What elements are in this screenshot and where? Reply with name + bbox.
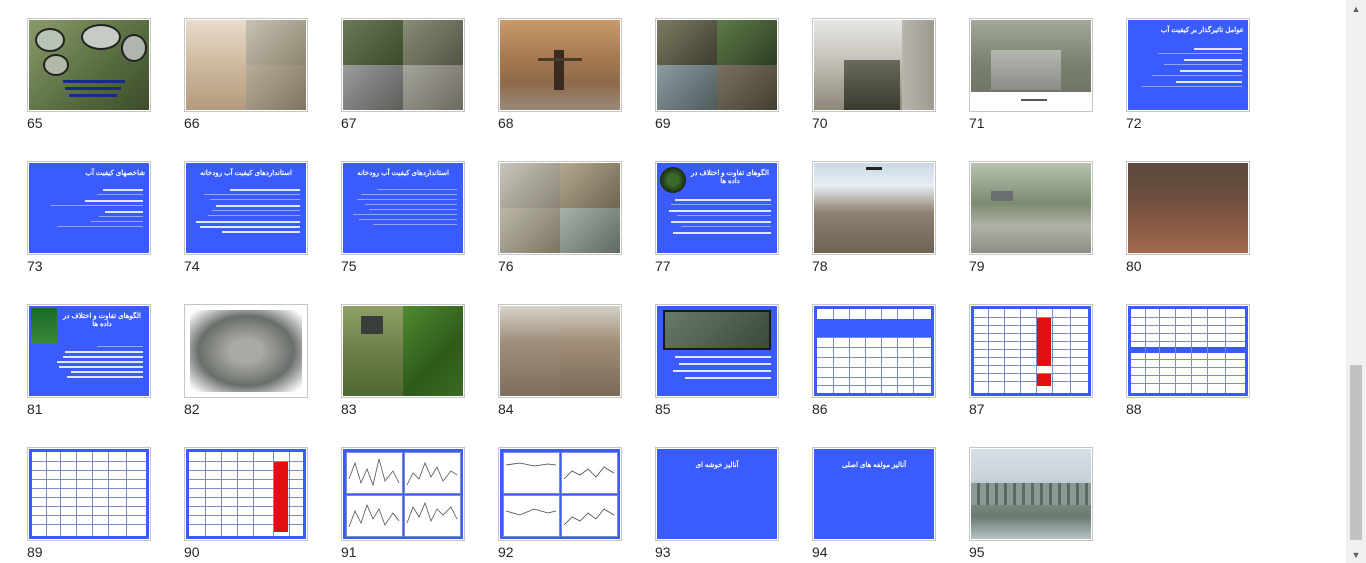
slide-thumbnail[interactable]: 95 — [969, 447, 1093, 563]
slide-number: 66 — [184, 115, 200, 131]
slide-number: 87 — [969, 401, 985, 417]
slide-title: استانداردهای کیفیت آب رودخانه — [357, 170, 449, 177]
chart-lines — [505, 462, 615, 526]
slide-thumbnail[interactable]: 92 — [498, 447, 622, 563]
slide-thumbnail[interactable]: 80 — [1126, 161, 1250, 287]
slide-thumbnail[interactable]: 87 — [969, 304, 1093, 430]
slide-title: الگوهای تفاوت و اختلاف در داده ها — [63, 313, 141, 328]
slide-number: 79 — [969, 258, 985, 274]
slide-number: 80 — [1126, 258, 1142, 274]
slide-number: 83 — [341, 401, 357, 417]
slide-number: 86 — [812, 401, 828, 417]
slide-thumbnail[interactable]: 82 — [184, 304, 308, 430]
slide-thumbnail[interactable]: 86 — [812, 304, 936, 430]
slide-title: عوامل تاثیرگذار بر کیفیت آب — [1160, 27, 1244, 34]
slide-thumbnail[interactable]: آنالیز خوشه ای 93 — [655, 447, 779, 563]
slide-thumbnail[interactable]: 71 — [969, 18, 1093, 144]
slide-thumbnail[interactable]: 79 — [969, 161, 1093, 287]
slide-number: 91 — [341, 544, 357, 560]
slide-thumbnail[interactable]: 70 — [812, 18, 936, 144]
slide-thumbnail[interactable]: 68 — [498, 18, 622, 144]
slide-number: 95 — [969, 544, 985, 560]
slide-number: 68 — [498, 115, 514, 131]
slide-thumbnail[interactable]: 66 — [184, 18, 308, 144]
chart-lines — [348, 458, 458, 528]
slide-number: 93 — [655, 544, 671, 560]
slide-number: 67 — [341, 115, 357, 131]
slide-title: آنالیز مولفه های اصلی — [841, 462, 907, 469]
slide-number: 85 — [655, 401, 671, 417]
slide-number: 65 — [27, 115, 43, 131]
slide-title: شاخصهای کیفیت آب — [85, 170, 145, 177]
slide-number: 90 — [184, 544, 200, 560]
slide-thumbnail[interactable]: استانداردهای کیفیت آب رودخانه 75 — [341, 161, 465, 287]
scroll-up-arrow-icon[interactable]: ▲ — [1346, 0, 1366, 17]
slide-sorter-pane: 65 66 67 68 69 70 71 عوامل تاثیرگذار بر … — [0, 0, 1346, 563]
vertical-scrollbar[interactable]: ▲ ▼ — [1346, 0, 1366, 563]
slide-thumbnail[interactable]: 91 — [341, 447, 465, 563]
slide-thumbnail[interactable]: 83 — [341, 304, 465, 430]
slide-number: 94 — [812, 544, 828, 560]
slide-number: 89 — [27, 544, 43, 560]
slide-thumbnail[interactable]: الگوهای تفاوت و اختلاف در داده ها 77 — [655, 161, 779, 287]
slide-thumbnail[interactable]: 84 — [498, 304, 622, 430]
slide-number: 92 — [498, 544, 514, 560]
slide-number: 73 — [27, 258, 43, 274]
slide-thumbnail[interactable]: 89 — [27, 447, 151, 563]
slide-thumbnail[interactable]: الگوهای تفاوت و اختلاف در داده ها 81 — [27, 304, 151, 430]
slide-title: آنالیز خوشه ای — [695, 462, 739, 469]
slide-number: 75 — [341, 258, 357, 274]
slide-thumbnail[interactable]: 85 — [655, 304, 779, 430]
slide-number: 72 — [1126, 115, 1142, 131]
slide-title: استانداردهای کیفیت آب رودخانه — [200, 170, 292, 177]
slide-number: 82 — [184, 401, 200, 417]
slide-thumbnail[interactable]: 69 — [655, 18, 779, 144]
slide-number: 69 — [655, 115, 671, 131]
slide-thumbnail[interactable]: 65 — [27, 18, 151, 144]
slide-thumbnail[interactable]: 88 — [1126, 304, 1250, 430]
slide-thumbnail[interactable]: آنالیز مولفه های اصلی 94 — [812, 447, 936, 563]
slide-number: 88 — [1126, 401, 1142, 417]
scroll-down-arrow-icon[interactable]: ▼ — [1346, 546, 1366, 563]
slide-thumbnail[interactable]: 90 — [184, 447, 308, 563]
slide-thumbnail[interactable]: استانداردهای کیفیت آب رودخانه 74 — [184, 161, 308, 287]
slide-number: 76 — [498, 258, 514, 274]
slide-number: 71 — [969, 115, 985, 131]
slide-number: 78 — [812, 258, 828, 274]
slide-number: 81 — [27, 401, 43, 417]
slide-number: 74 — [184, 258, 200, 274]
slide-thumbnail[interactable]: 78 — [812, 161, 936, 287]
slide-number: 70 — [812, 115, 828, 131]
slide-thumbnail[interactable]: 76 — [498, 161, 622, 287]
slide-number: 77 — [655, 258, 671, 274]
scrollbar-thumb[interactable] — [1350, 365, 1362, 540]
slide-number: 84 — [498, 401, 514, 417]
slide-title: الگوهای تفاوت و اختلاف در داده ها — [691, 170, 769, 185]
slide-thumbnail[interactable]: 67 — [341, 18, 465, 144]
slide-thumbnail[interactable]: عوامل تاثیرگذار بر کیفیت آب 72 — [1126, 18, 1250, 144]
slide-thumbnail[interactable]: شاخصهای کیفیت آب 73 — [27, 161, 151, 287]
